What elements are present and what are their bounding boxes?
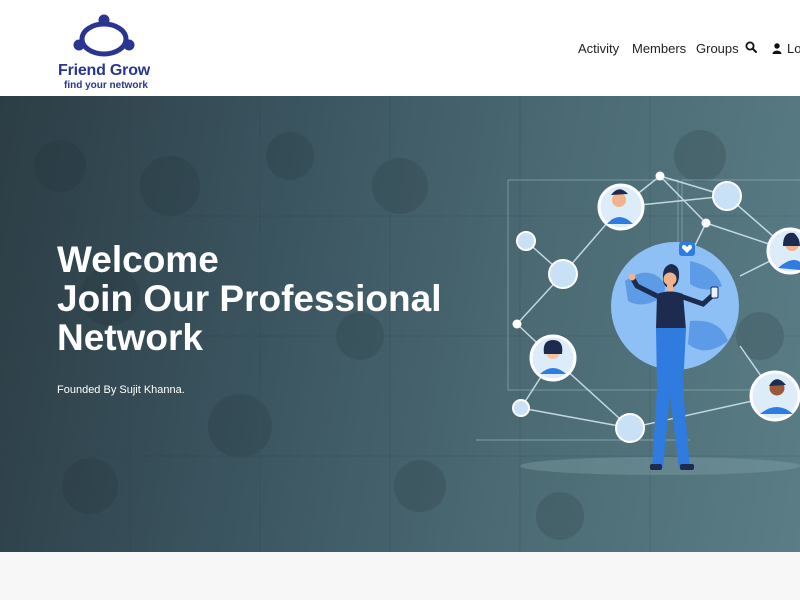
user-icon <box>772 42 782 54</box>
nav-members[interactable]: Members <box>632 41 686 56</box>
hero-title-line-2: Join Our Professional <box>57 278 442 319</box>
site-logo[interactable]: Friend Grow find your network <box>56 12 156 92</box>
login-link[interactable]: Log <box>772 41 800 56</box>
people-circle-logo-icon <box>73 14 135 57</box>
hero-title-line-1: Welcome <box>57 239 219 280</box>
founder-note: Founded By Sujit Khanna. <box>57 384 185 396</box>
page-below-hero <box>0 552 800 600</box>
hero-title-line-3: Network <box>57 317 203 358</box>
search-icon[interactable] <box>745 41 757 53</box>
site-header: Friend Grow find your network Activity M… <box>0 0 800 96</box>
hero-title: Welcome Join Our Professional Network <box>57 240 441 357</box>
network-globe-woman-illustration <box>476 171 800 475</box>
nav-activity[interactable]: Activity <box>578 41 619 56</box>
logo-name: Friend Grow <box>58 62 151 79</box>
login-label: Log <box>787 40 800 56</box>
logo-tagline: find your network <box>64 80 148 91</box>
nav-groups[interactable]: Groups <box>696 41 739 56</box>
hero-banner: Welcome Join Our Professional Network Fo… <box>0 96 800 552</box>
